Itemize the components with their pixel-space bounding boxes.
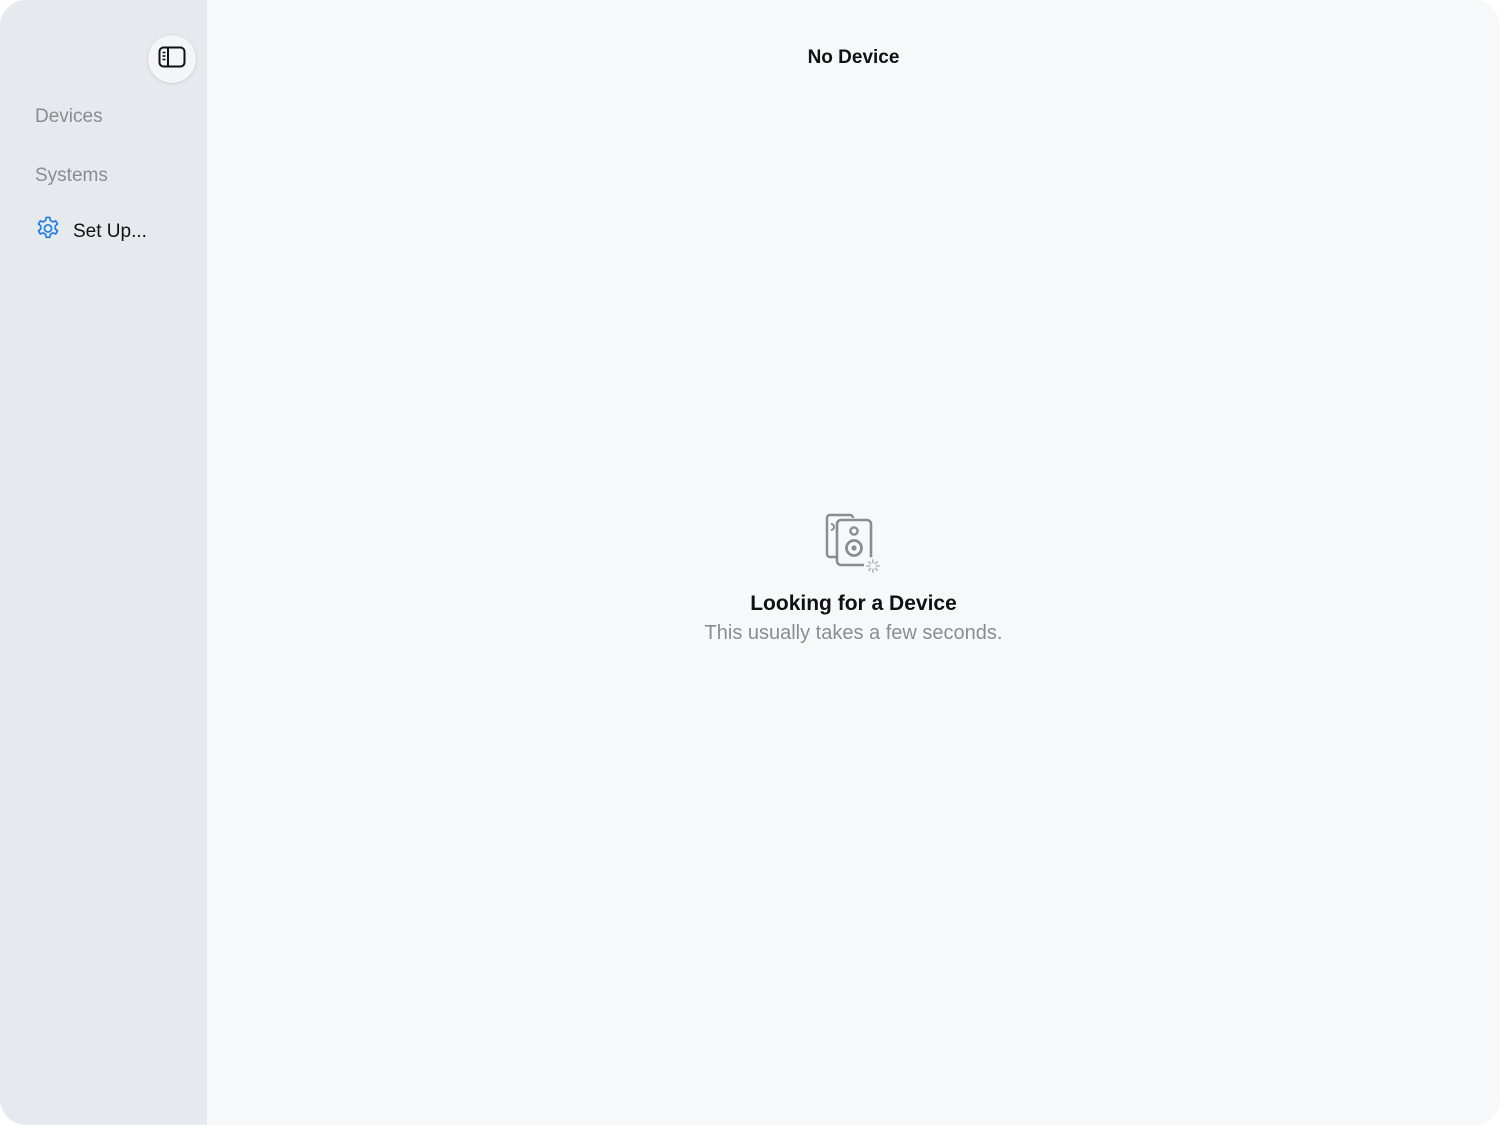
main-content: No Device Looking for a Device This usua… [207, 0, 1500, 1125]
setup-label: Set Up... [73, 220, 147, 242]
app-window: Devices Systems Set Up... No Device Look… [0, 0, 1500, 1125]
page-title: No Device [807, 47, 900, 68]
sidebar-section-devices[interactable]: Devices [35, 106, 103, 128]
sidebar-toggle-button[interactable] [148, 35, 196, 83]
speakers-searching-icon [821, 510, 887, 576]
setup-button[interactable]: Set Up... [34, 215, 147, 248]
empty-state: Looking for a Device This usually takes … [207, 510, 1500, 645]
sidebar-section-systems[interactable]: Systems [35, 165, 108, 187]
gear-icon [34, 215, 62, 248]
empty-state-subtitle: This usually takes a few seconds. [704, 622, 1003, 644]
sidebar-toggle-icon [158, 46, 186, 73]
sidebar: Devices Systems Set Up... [0, 0, 207, 1125]
empty-state-title: Looking for a Device [750, 592, 957, 615]
